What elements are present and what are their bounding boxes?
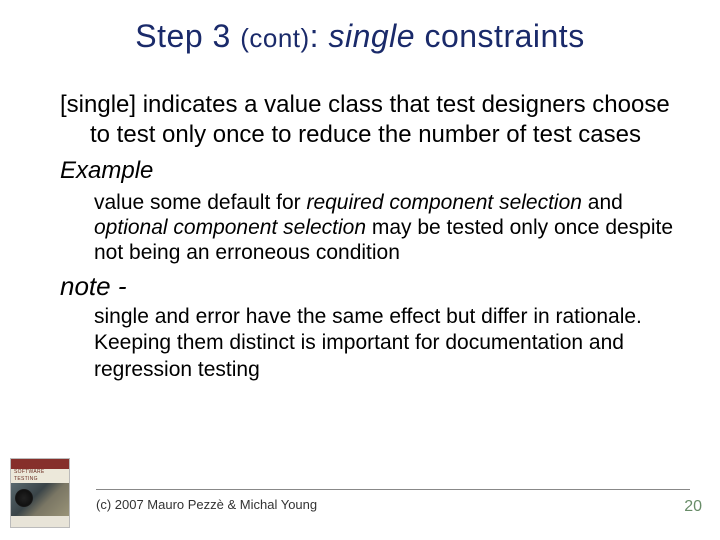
slide-body: [single] indicates a value class that te… [30, 90, 686, 383]
title-cont: (cont) [240, 23, 309, 53]
sub1-b: and [582, 191, 623, 214]
title-step: Step 3 [135, 18, 231, 54]
note-text: single and error have the same effect bu… [30, 304, 686, 383]
copyright-text: (c) 2007 Mauro Pezzè & Michal Young [96, 497, 317, 512]
p1-rest: indicates a value class that test design… [90, 91, 670, 148]
title-colon: : [310, 18, 319, 54]
thumb-title-line1: SOFTWARE TESTING [14, 469, 45, 482]
thumb-band-bottom [11, 516, 69, 527]
thumb-band-top [11, 459, 69, 469]
slide-title: Step 3 (cont): single constraints [0, 18, 720, 55]
paragraph-single-definition: [single] indicates a value class that te… [30, 90, 686, 150]
sub1-optional: optional component selection [94, 216, 366, 239]
example-text: value some default for required componen… [30, 190, 686, 266]
sub1-a: value some default for [94, 191, 306, 214]
thumb-wheel-shape [15, 489, 33, 507]
slide: Step 3 (cont): single constraints [singl… [0, 0, 720, 540]
thumb-title: SOFTWARE TESTING AND ANALYSIS [11, 469, 69, 483]
footer-divider [96, 489, 690, 490]
thumb-photo [11, 483, 69, 517]
page-number: 20 [684, 498, 702, 516]
example-label: Example [30, 156, 686, 186]
note-label: note - [30, 270, 686, 303]
p1-lead: [single] [60, 91, 136, 118]
sub1-required: required component selection [306, 191, 582, 214]
book-cover-thumbnail: SOFTWARE TESTING AND ANALYSIS [10, 458, 70, 528]
title-constraints: constraints [424, 18, 584, 54]
title-single-word: single [328, 18, 415, 54]
